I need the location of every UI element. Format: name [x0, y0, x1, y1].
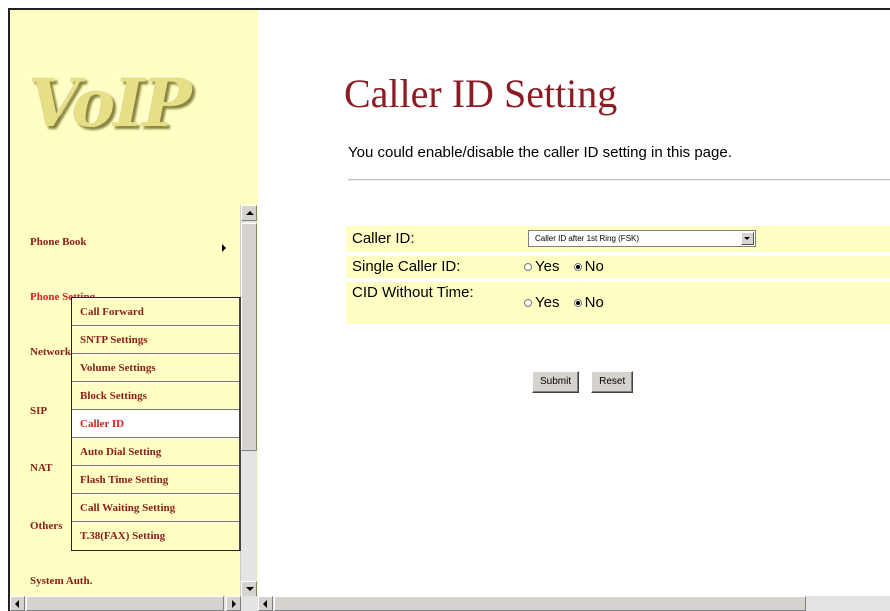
no-label: No [584, 258, 604, 275]
scroll-left-button[interactable] [258, 596, 273, 611]
arrow-up-icon [246, 211, 254, 215]
sidebar-item-network[interactable]: Network [30, 346, 71, 358]
scroll-thumb[interactable] [241, 223, 257, 451]
submenu-item-auto-dial-setting[interactable]: Auto Dial Setting [72, 438, 239, 466]
yes-label: Yes [535, 258, 560, 275]
scroll-left-button[interactable] [10, 596, 25, 611]
caller-id-select-value: Caller ID after 1st Ring (FSK) [535, 234, 640, 243]
submenu-item-block-settings[interactable]: Block Settings [72, 382, 239, 410]
submenu-item-call-forward[interactable]: Call Forward [72, 298, 239, 326]
cid-without-time-no-radio[interactable] [573, 299, 582, 307]
scroll-thumb[interactable] [274, 596, 806, 611]
single-caller-id-yes-radio[interactable] [524, 263, 532, 271]
sidebar-item-phone-book[interactable]: Phone Book [30, 236, 87, 248]
arrow-left-icon [263, 600, 267, 608]
submenu-item-volume-settings[interactable]: Volume Settings [72, 354, 239, 382]
scroll-right-button[interactable] [226, 596, 241, 611]
cid-without-time-options: Yes No [524, 294, 614, 311]
caller-id-form: Caller ID: Caller ID after 1st Ring (FSK… [346, 226, 890, 328]
single-caller-id-no-radio[interactable] [573, 263, 582, 271]
single-caller-id-no-option[interactable]: No [573, 258, 604, 275]
submenu-item-sntp-settings[interactable]: SNTP Settings [72, 326, 239, 354]
yes-label: Yes [535, 294, 560, 311]
phone-setting-submenu: Call Forward SNTP Settings Volume Settin… [71, 297, 241, 551]
arrow-down-icon [246, 587, 254, 591]
arrow-right-icon [232, 600, 236, 608]
page-description: You could enable/disable the caller ID s… [348, 144, 732, 161]
caller-id-label: Caller ID: [352, 230, 415, 247]
submenu-item-flash-time-setting[interactable]: Flash Time Setting [72, 466, 239, 494]
window-top-border [0, 0, 890, 10]
caller-id-select[interactable]: Caller ID after 1st Ring (FSK) [528, 230, 756, 247]
cid-without-time-no-option[interactable]: No [573, 294, 604, 311]
no-label: No [584, 294, 604, 311]
submenu-item-call-waiting-setting[interactable]: Call Waiting Setting [72, 494, 239, 522]
scroll-thumb[interactable] [26, 596, 224, 611]
sidebar-item-nat[interactable]: NAT [30, 462, 52, 474]
submenu-arrow-icon [222, 244, 226, 252]
window-left-border [0, 8, 10, 611]
cid-without-time-yes-option[interactable]: Yes [524, 294, 559, 311]
sidebar-item-system-auth[interactable]: System Auth. [30, 575, 92, 587]
reset-button[interactable]: Reset [591, 371, 634, 393]
chevron-down-icon[interactable] [741, 232, 754, 245]
single-caller-id-options: Yes No [524, 258, 614, 275]
cid-without-time-label: CID Without Time: [352, 284, 474, 301]
voip-logo: VoIP [28, 64, 192, 142]
scroll-up-button[interactable] [241, 205, 257, 221]
divider [348, 179, 890, 181]
sidebar-horizontal-scrollbar[interactable] [10, 596, 258, 611]
cid-without-time-row: CID Without Time: Yes No [346, 282, 890, 324]
main-horizontal-scrollbar[interactable] [258, 596, 890, 611]
submit-button[interactable]: Submit [532, 371, 580, 393]
single-caller-id-label: Single Caller ID: [352, 258, 461, 275]
submenu-item-caller-id[interactable]: Caller ID [72, 410, 239, 438]
scroll-down-button[interactable] [241, 581, 257, 597]
page-title: Caller ID Setting [344, 71, 618, 116]
sidebar-vertical-scrollbar[interactable] [240, 205, 257, 597]
caller-id-row: Caller ID: Caller ID after 1st Ring (FSK… [346, 226, 890, 252]
single-caller-id-row: Single Caller ID: Yes No [346, 256, 890, 278]
submenu-item-t38-fax-setting[interactable]: T.38(FAX) Setting [72, 522, 239, 550]
arrow-left-icon [15, 600, 19, 608]
single-caller-id-yes-option[interactable]: Yes [524, 258, 559, 275]
form-buttons: Submit Reset [532, 371, 641, 393]
cid-without-time-yes-radio[interactable] [524, 299, 532, 307]
sidebar-item-others[interactable]: Others [30, 520, 62, 532]
sidebar-item-sip[interactable]: SIP [30, 405, 47, 417]
